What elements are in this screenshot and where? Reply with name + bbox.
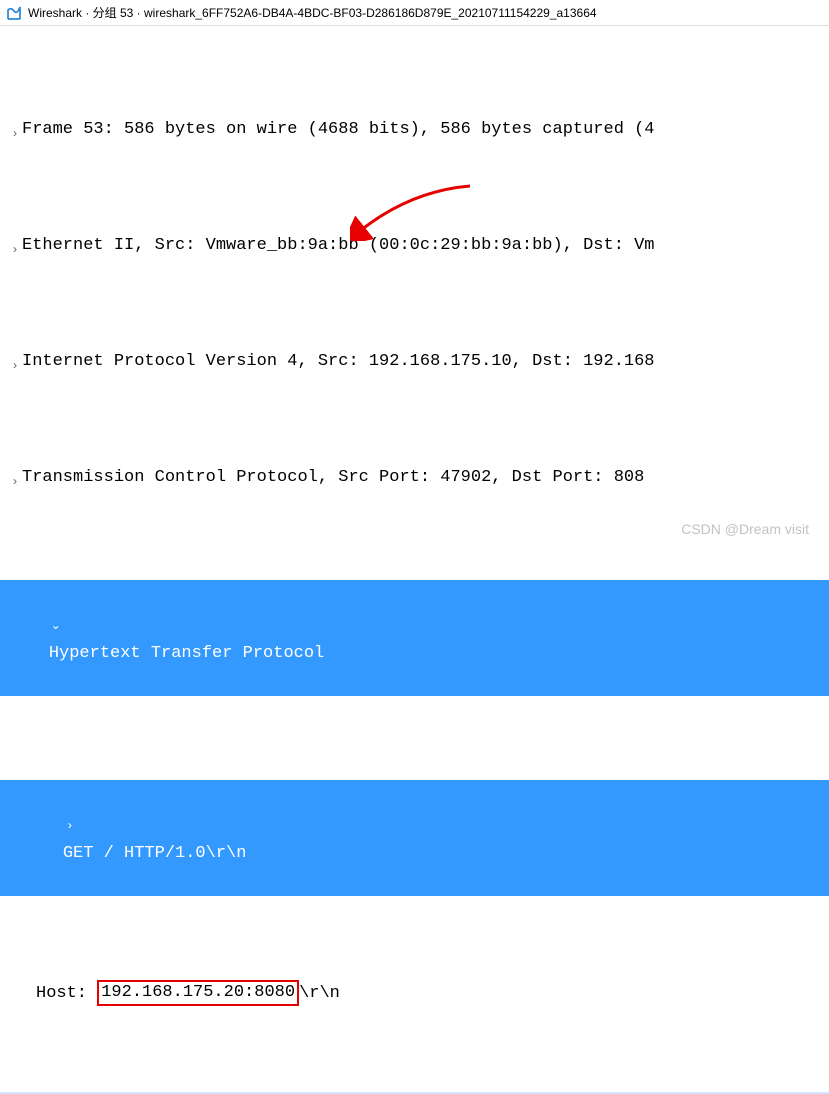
host-label: Host:	[36, 980, 97, 1008]
tree-row-ethernet[interactable]: › Ethernet II, Src: Vmware_bb:9a:bb (00:…	[0, 232, 829, 264]
tree-row-connection[interactable]: Connection: close\r\n	[0, 1092, 829, 1094]
tree-label: Transmission Control Protocol, Src Port:…	[22, 464, 644, 492]
tree-row-http[interactable]: ⌄ Hypertext Transfer Protocol	[0, 580, 829, 696]
tree-row-tcp[interactable]: › Transmission Control Protocol, Src Por…	[0, 464, 829, 496]
window-titlebar: Wireshark · 分组 53 · wireshark_6FF752A6-D…	[0, 0, 829, 26]
tree-row-host[interactable]: Host: 192.168.175.20:8080\r\n	[0, 980, 829, 1008]
highlighted-host-value: 192.168.175.20:8080	[97, 980, 299, 1006]
tree-row-ip[interactable]: › Internet Protocol Version 4, Src: 192.…	[0, 348, 829, 380]
watermark-text: CSDN @Dream visit	[681, 521, 809, 537]
expand-caret-icon[interactable]: ›	[8, 464, 22, 496]
expand-caret-icon[interactable]: ›	[8, 116, 22, 148]
expand-caret-icon[interactable]: ›	[8, 232, 22, 264]
expand-caret-icon[interactable]: ›	[8, 348, 22, 380]
host-tail: \r\n	[299, 980, 340, 1008]
tree-row-get[interactable]: › GET / HTTP/1.0\r\n	[0, 780, 829, 896]
tree-label: GET / HTTP/1.0\r\n	[63, 844, 247, 863]
wireshark-fin-icon	[6, 5, 22, 21]
tree-label: Internet Protocol Version 4, Src: 192.16…	[22, 348, 655, 376]
packet-details-pane[interactable]: › Frame 53: 586 bytes on wire (4688 bits…	[0, 26, 829, 1094]
tree-label: Frame 53: 586 bytes on wire (4688 bits),…	[22, 116, 655, 144]
window-title: Wireshark · 分组 53 · wireshark_6FF752A6-D…	[28, 4, 597, 21]
tree-label: Ethernet II, Src: Vmware_bb:9a:bb (00:0c…	[22, 232, 655, 260]
collapse-caret-icon[interactable]: ⌄	[49, 608, 63, 640]
expand-caret-icon[interactable]: ›	[63, 808, 77, 840]
tree-label: Hypertext Transfer Protocol	[49, 644, 324, 663]
tree-row-frame[interactable]: › Frame 53: 586 bytes on wire (4688 bits…	[0, 116, 829, 148]
